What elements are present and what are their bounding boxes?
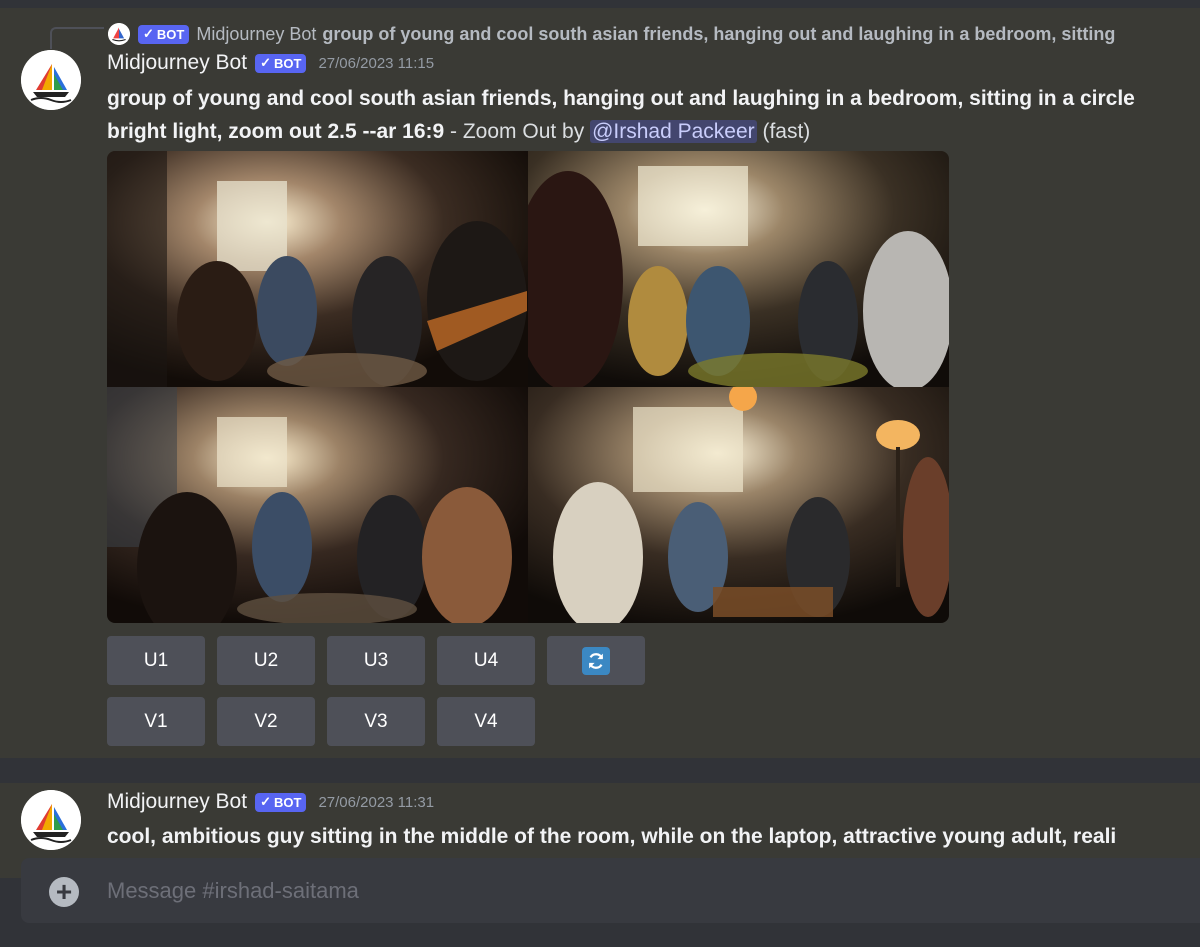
message-input[interactable]: Message #irshad-saitama — [107, 878, 359, 904]
image-tile-4[interactable] — [528, 387, 949, 623]
author-name[interactable]: Midjourney Bot — [107, 790, 247, 814]
user-mention[interactable]: @Irshad Packeer — [590, 120, 757, 143]
bot-badge: ✓ BOT — [255, 792, 307, 812]
variation-button-1[interactable]: V1 — [107, 697, 205, 746]
reply-preview[interactable]: ✓ BOT Midjourney Bot group of young and … — [108, 23, 1200, 45]
avatar[interactable] — [21, 50, 81, 110]
message-content: cool, ambitious guy sitting in the middl… — [107, 825, 1117, 848]
reply-prompt: group of young and cool south asian frie… — [322, 23, 1116, 44]
reroll-button[interactable] — [547, 636, 645, 685]
bot-badge: ✓ BOT — [255, 53, 307, 73]
image-tile-2[interactable] — [528, 151, 949, 387]
timestamp[interactable]: 27/06/2023 11:15 — [318, 55, 434, 72]
message-header: Midjourney Bot ✓ BOT 27/06/2023 11:15 — [107, 51, 434, 75]
reply-connector — [50, 27, 104, 49]
reply-author[interactable]: Midjourney Bot — [196, 24, 316, 45]
reply-bot-badge: ✓ BOT — [138, 24, 190, 44]
message-1: ✓ BOT Midjourney Bot group of young and … — [0, 8, 1200, 758]
image-tile-1[interactable] — [107, 151, 528, 387]
message-composer: + Message #irshad-saitama — [21, 858, 1200, 923]
variation-button-4[interactable]: V4 — [437, 697, 535, 746]
prompt-line-2: bright light, zoom out 2.5 --ar 16:9 - Z… — [107, 115, 1200, 148]
speed-text: (fast) — [756, 120, 811, 143]
message-divider — [0, 758, 1200, 783]
variation-button-2[interactable]: V2 — [217, 697, 315, 746]
refresh-icon — [582, 646, 610, 675]
add-attachment-icon[interactable]: + — [49, 877, 79, 907]
upscale-button-2[interactable]: U2 — [217, 636, 315, 685]
image-grid[interactable] — [107, 151, 949, 623]
message-header: Midjourney Bot ✓ BOT 27/06/2023 11:31 — [107, 790, 434, 814]
author-name[interactable]: Midjourney Bot — [107, 51, 247, 75]
prompt-line-2-text: bright light, zoom out 2.5 --ar 16:9 — [107, 120, 445, 143]
image-tile-3[interactable] — [107, 387, 528, 623]
timestamp[interactable]: 27/06/2023 11:31 — [318, 794, 434, 811]
avatar[interactable] — [21, 790, 81, 850]
zoom-out-text: - Zoom Out by — [444, 120, 591, 143]
upscale-button-4[interactable]: U4 — [437, 636, 535, 685]
upscale-button-1[interactable]: U1 — [107, 636, 205, 685]
upscale-button-3[interactable]: U3 — [327, 636, 425, 685]
reply-avatar — [108, 23, 130, 45]
variation-button-3[interactable]: V3 — [327, 697, 425, 746]
message-content: group of young and cool south asian frie… — [107, 82, 1200, 148]
prompt-line-1: group of young and cool south asian frie… — [107, 87, 1135, 110]
